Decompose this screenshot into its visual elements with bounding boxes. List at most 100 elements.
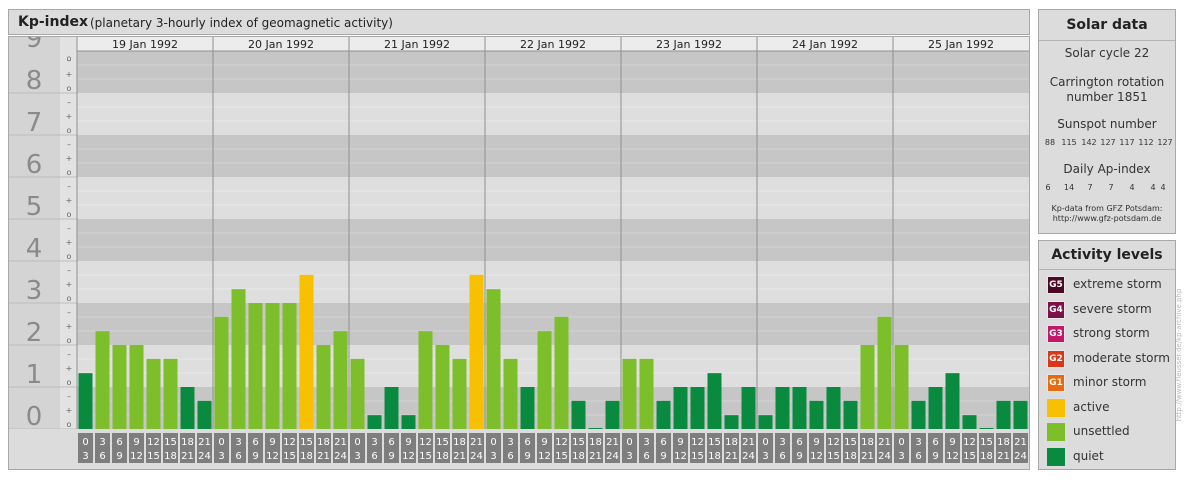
interval-start-label: 12 [691, 437, 704, 448]
kp-bar [792, 387, 807, 429]
interval-start-label: 12 [419, 437, 432, 448]
interval-start-label: 12 [963, 437, 976, 448]
kp-band [77, 219, 1029, 261]
day-label: 25 Jan 1992 [928, 38, 994, 51]
kp-bar [673, 387, 688, 429]
interval-end-label: 6 [507, 451, 513, 462]
ap-value: 6 [1045, 183, 1051, 192]
interval-end-label: 3 [626, 451, 632, 462]
interval-end-label: 12 [266, 451, 279, 462]
interval-end-label: 18 [164, 451, 177, 462]
interval-end-label: 15 [827, 451, 840, 462]
kp-bar [452, 358, 467, 429]
interval-end-label: 18 [300, 451, 313, 462]
interval-start-label: 3 [643, 437, 649, 448]
interval-start-label: 6 [932, 437, 938, 448]
kp-bar [775, 387, 790, 429]
kp-bar [639, 358, 654, 429]
y-subtick-label: + [66, 112, 73, 121]
kp-bar [299, 274, 314, 429]
y-tick-label: 2 [26, 318, 43, 348]
y-subtick-label: – [67, 224, 71, 233]
legend-label: severe storm [1073, 301, 1152, 316]
interval-start-label: 0 [762, 437, 768, 448]
sunspot-value: 88 [1044, 138, 1056, 147]
kp-bar [894, 345, 909, 429]
y-subtick-label: o [67, 336, 72, 345]
ap-index-label: Daily Ap-index [1063, 162, 1151, 176]
kp-bar [877, 316, 892, 429]
y-subtick-label: + [66, 238, 73, 247]
kp-bar [911, 400, 926, 429]
y-subtick-label: o [67, 420, 72, 429]
kp-bar [945, 373, 960, 429]
interval-end-label: 21 [997, 451, 1010, 462]
solar-data-panel: Solar data Solar cycle 22 Carrington rot… [1038, 9, 1176, 234]
interval-start-label: 3 [235, 437, 241, 448]
kp-bar [979, 428, 994, 429]
interval-end-label: 24 [334, 451, 347, 462]
day-label: 19 Jan 1992 [112, 38, 178, 51]
legend-swatch: G1 [1047, 374, 1065, 392]
interval-end-label: 9 [388, 451, 394, 462]
interval-start-label: 3 [779, 437, 785, 448]
interval-start-label: 6 [388, 437, 394, 448]
interval-start-label: 0 [490, 437, 496, 448]
kp-band [77, 135, 1029, 177]
sunspot-value: 115 [1061, 138, 1077, 147]
solar-divider [1039, 40, 1175, 41]
interval-start-label: 21 [470, 437, 483, 448]
activity-levels-legend: Activity levels G5 extreme storm G4 severe … [1038, 240, 1176, 470]
interval-strip [8, 429, 1030, 470]
kp-bar [214, 316, 229, 429]
sunspot-value: 112 [1138, 138, 1154, 147]
kp-bar [384, 387, 399, 429]
y-subtick-label: + [66, 70, 73, 79]
source-link[interactable]: http://www.gfz-potsdam.de [1039, 214, 1175, 223]
interval-start-label: 9 [133, 437, 139, 448]
interval-end-label: 24 [470, 451, 483, 462]
interval-end-label: 18 [980, 451, 993, 462]
interval-start-label: 18 [589, 437, 602, 448]
interval-end-label: 3 [490, 451, 496, 462]
ap-value: 4 [1160, 183, 1166, 192]
y-subtick-label: o [67, 54, 72, 63]
interval-start-label: 3 [915, 437, 921, 448]
interval-start-label: 6 [524, 437, 530, 448]
interval-start-label: 21 [606, 437, 619, 448]
interval-start-label: 21 [1014, 437, 1027, 448]
kp-bar [401, 415, 416, 429]
y-subtick-label: – [67, 182, 71, 191]
interval-end-label: 6 [235, 451, 241, 462]
y-tick-label: 7 [26, 108, 43, 138]
interval-start-label: 12 [147, 437, 160, 448]
legend-label: moderate storm [1073, 350, 1170, 365]
kp-bar [435, 345, 450, 429]
interval-start-label: 9 [813, 437, 819, 448]
sunspot-label: Sunspot number [1057, 117, 1157, 131]
sunspot-value: 142 [1081, 138, 1097, 147]
interval-start-label: 0 [82, 437, 88, 448]
y-subtick-label: + [66, 154, 73, 163]
y-subtick-label: – [67, 308, 71, 317]
interval-start-label: 21 [334, 437, 347, 448]
interval-end-label: 6 [99, 451, 105, 462]
kp-bar [826, 387, 841, 429]
legend-label: unsettled [1073, 424, 1130, 438]
interval-start-label: 18 [181, 437, 194, 448]
kp-band [77, 261, 1029, 303]
kp-bar [180, 387, 195, 429]
kp-band [77, 177, 1029, 219]
y-tick-label: 1 [26, 360, 43, 390]
y-tick-label: 8 [26, 66, 43, 96]
interval-start-label: 18 [861, 437, 874, 448]
y-tick-label: 6 [26, 150, 43, 180]
chart-subtitle: (planetary 3-hourly index of geomagnetic… [90, 16, 393, 30]
interval-start-label: 18 [997, 437, 1010, 448]
kp-bar [571, 400, 586, 429]
chart-title: Kp-index [18, 14, 88, 30]
interval-start-label: 9 [677, 437, 683, 448]
interval-start-label: 12 [555, 437, 568, 448]
credit-url: http://www.fleusser.de/kp-archive.php [1175, 288, 1183, 422]
interval-end-label: 3 [82, 451, 88, 462]
